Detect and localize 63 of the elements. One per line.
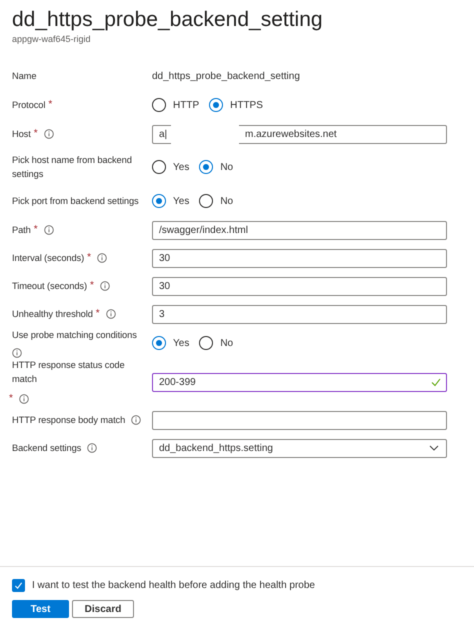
dropdown-field[interactable]: dd_backend_https.setting [152,438,447,458]
input-field[interactable]: 200-399 [152,372,447,392]
info-icon[interactable] [18,394,29,404]
radio-icon[interactable] [199,160,214,174]
page-subtitle: appgw-waf645-rigid [12,34,92,44]
radio-option[interactable]: Yes [152,194,190,208]
field-label: Interval (seconds) [12,252,84,265]
field-label: Backend settings [12,442,82,455]
radio-icon[interactable] [152,336,166,350]
radio-icon[interactable] [199,194,214,208]
input-field[interactable]: 30 [152,276,447,296]
input-field[interactable]: /swagger/index.html [152,220,447,240]
radio-icon[interactable] [152,160,166,174]
chevron-down-icon [429,443,439,453]
required-mark: * [87,251,91,265]
secondary-button[interactable]: Discard [72,600,134,618]
radio-option[interactable]: No [199,336,234,350]
field-label: Name [12,70,36,83]
radio-icon[interactable] [199,336,214,350]
radio-icon[interactable] [152,98,166,112]
field-label: Pick host name from backend settings [12,154,133,181]
required-mark: * [96,307,100,321]
input-field[interactable]: 30 [152,248,447,268]
field-label: Path [12,224,31,237]
radio-option[interactable]: No [199,194,234,208]
field-label: Protocol [12,99,46,112]
info-icon[interactable] [12,348,22,358]
radio-option[interactable]: HTTP [152,98,200,112]
info-icon[interactable] [97,253,107,263]
radio-option[interactable]: HTTPS [209,98,263,112]
host-field[interactable]: a| m.azurewebsites.net [152,124,447,144]
info-icon[interactable] [44,225,54,235]
field-label: HTTP response body match [12,414,126,427]
required-mark: * [34,223,38,237]
field-label: Pick port from backend settings [12,195,139,208]
radio-option[interactable]: Yes [152,336,190,350]
input-field[interactable] [152,410,447,430]
radio-option[interactable]: No [199,160,234,174]
field-label: Timeout (seconds) [12,280,87,293]
field-label: Unhealthy threshold [12,308,93,321]
input-field[interactable]: 3 [152,304,447,324]
info-icon[interactable] [106,309,116,319]
info-icon[interactable] [100,281,110,291]
checkmark-icon [14,581,23,590]
primary-button[interactable]: Test [12,600,69,618]
field-label: Host [12,128,31,141]
info-icon[interactable] [131,415,142,425]
required-mark: * [9,392,13,406]
field-value: dd_https_probe_backend_setting [152,70,301,82]
required-mark: * [48,98,52,112]
checkbox-label: I want to test the backend health before adding the health probe [32,580,315,591]
checkbox[interactable] [12,579,25,592]
required-mark: * [34,127,38,141]
check-icon [431,377,441,387]
field-label: Use probe matching conditions [12,329,137,342]
required-mark: * [90,279,94,293]
radio-icon[interactable] [209,98,224,112]
radio-icon[interactable] [152,194,166,208]
field-label: HTTP response status code match [12,359,126,386]
radio-option[interactable]: Yes [152,160,190,174]
info-icon[interactable] [44,129,54,139]
page-title: dd_https_probe_backend_setting [12,7,324,33]
info-icon[interactable] [87,443,98,453]
